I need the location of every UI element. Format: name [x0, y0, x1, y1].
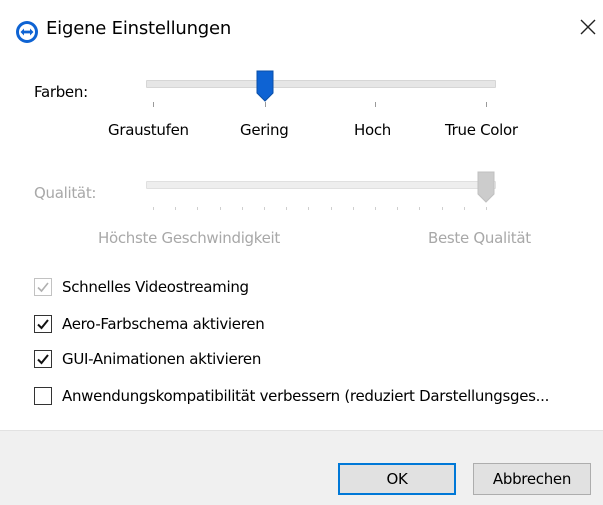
colors-tick	[265, 102, 266, 107]
teamviewer-icon	[15, 20, 39, 44]
quality-tick	[197, 207, 198, 210]
quality-tick	[486, 207, 487, 210]
checkbox-app-compatibility[interactable]	[34, 387, 52, 405]
checkbox-fast-video-streaming[interactable]	[34, 278, 52, 296]
settings-dialog: Eigene Einstellungen Farben: Graustufen …	[0, 0, 603, 505]
colors-slider-thumb[interactable]	[256, 70, 274, 106]
quality-slider-thumb[interactable]	[477, 171, 495, 207]
quality-tick	[419, 207, 420, 210]
checkbox-label-gui-animations: GUI-Animationen aktivieren	[62, 350, 262, 368]
quality-tick	[264, 207, 265, 210]
checkbox-label-app-compatibility: Anwendungskompatibilität verbessern (red…	[62, 387, 550, 405]
title-bar: Eigene Einstellungen	[0, 0, 603, 60]
quality-tick	[442, 207, 443, 210]
quality-tick	[308, 207, 309, 210]
checkbox-label-fast-video-streaming: Schnelles Videostreaming	[62, 278, 249, 296]
quality-tick	[175, 207, 176, 210]
color-option-hoch: Hoch	[354, 121, 392, 139]
quality-tick	[464, 207, 465, 210]
quality-tick	[353, 207, 354, 210]
quality-label: Qualität:	[34, 184, 97, 202]
colors-slider-track[interactable]	[146, 80, 496, 88]
checkbox-gui-animations[interactable]	[34, 350, 52, 368]
quality-tick	[153, 207, 154, 210]
close-icon[interactable]	[576, 16, 600, 40]
color-option-gering: Gering	[240, 121, 289, 139]
quality-tick	[375, 207, 376, 210]
ok-button[interactable]: OK	[338, 463, 456, 495]
quality-min-label: Höchste Geschwindigkeit	[98, 229, 281, 247]
color-option-true-color: True Color	[445, 121, 518, 139]
quality-tick	[242, 207, 243, 210]
quality-slider-track[interactable]	[146, 181, 496, 189]
quality-tick	[220, 207, 221, 210]
color-option-graustufen: Graustufen	[108, 121, 189, 139]
quality-tick	[286, 207, 287, 210]
checkbox-label-aero-color-scheme: Aero-Farbschema aktivieren	[62, 315, 265, 333]
quality-tick	[331, 207, 332, 210]
colors-tick	[375, 102, 376, 107]
quality-tick	[397, 207, 398, 210]
colors-label: Farben:	[34, 83, 88, 101]
quality-max-label: Beste Qualität	[428, 229, 531, 247]
checkbox-aero-color-scheme[interactable]	[34, 315, 52, 333]
colors-tick	[153, 102, 154, 107]
dialog-footer: OK Abbrechen	[0, 430, 603, 505]
window-title: Eigene Einstellungen	[46, 18, 232, 39]
cancel-button[interactable]: Abbrechen	[473, 463, 591, 495]
colors-tick	[486, 102, 487, 107]
